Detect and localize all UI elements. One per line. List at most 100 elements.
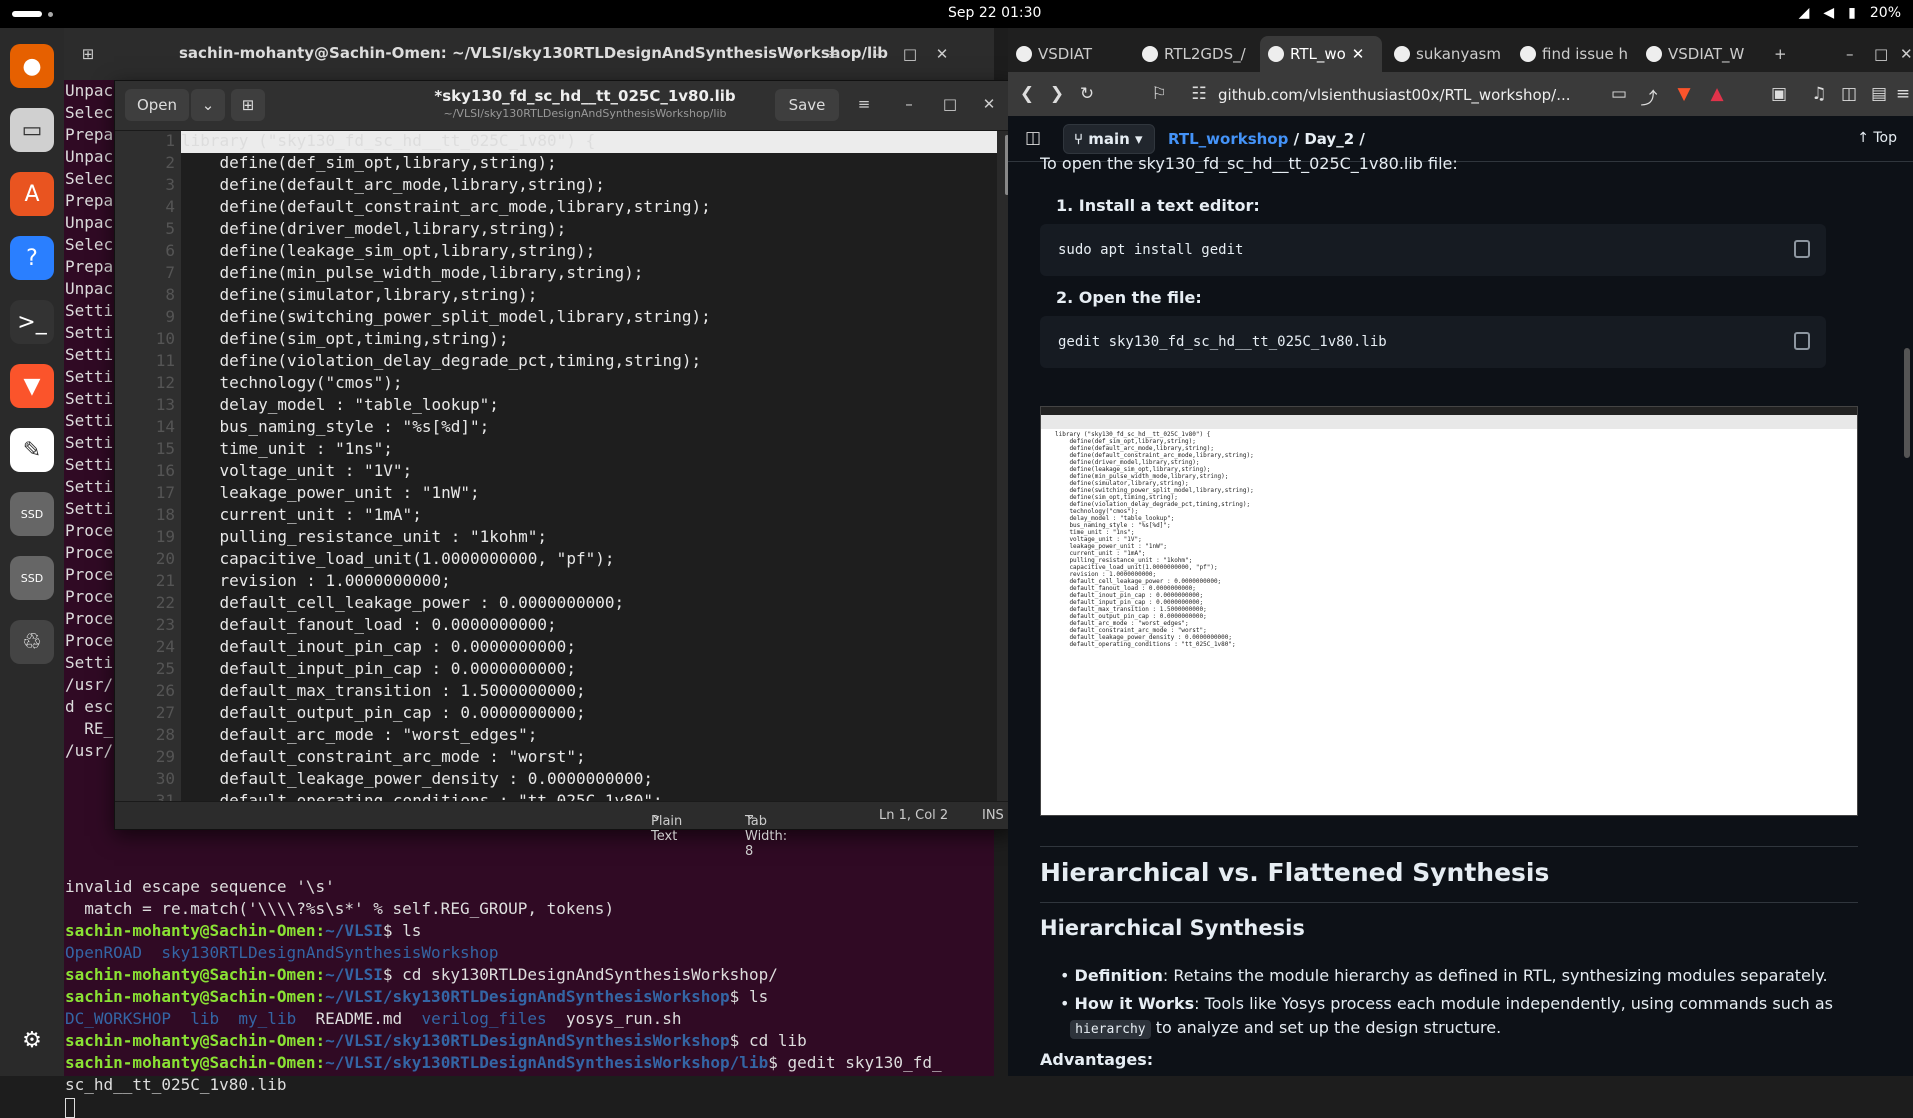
close-icon[interactable]: ✕ xyxy=(1892,36,1913,72)
activities-indicator[interactable] xyxy=(12,11,42,17)
prompt-path: ~/VLSI/sky130RTLDesignAndSynthesisWorksh… xyxy=(325,987,730,1006)
breadcrumb-dir[interactable]: Day_2 xyxy=(1304,130,1354,148)
browser-tab[interactable]: VSDIAT xyxy=(1008,36,1130,72)
side-panel-icon[interactable]: ◫ xyxy=(1022,128,1044,150)
bookmark-icon[interactable]: ⚐ xyxy=(1148,84,1170,106)
command: $ gedit sky130_fd_ xyxy=(768,1053,942,1072)
ssd-1-icon[interactable]: SSD xyxy=(10,492,54,536)
firefox-icon[interactable]: ● xyxy=(10,44,54,88)
forward-icon[interactable]: ❯ xyxy=(1046,84,1068,106)
close-icon[interactable]: ✕ xyxy=(930,42,954,66)
close-tab-icon[interactable]: ✕ xyxy=(1352,45,1365,63)
top-label: Top xyxy=(1873,130,1897,146)
app-center-icon[interactable]: A xyxy=(10,172,54,216)
browser-tab[interactable]: RTL2GDS_/ xyxy=(1134,36,1256,72)
browser-tab[interactable]: sukanyasm xyxy=(1386,36,1508,72)
copy-icon[interactable] xyxy=(1794,332,1810,350)
prompt-user: sachin-mohanty@Sachin-Omen: xyxy=(65,965,326,984)
navigation-bar: ❮ ❯ ↻ ⚐ ☷ github.com/vlsienthusiast00x/R… xyxy=(1008,72,1913,116)
code-line: define(simulator,library,string); xyxy=(181,285,538,304)
tab-favicon-icon xyxy=(1142,46,1158,62)
line-number: 27 xyxy=(155,703,175,722)
line-number: 7 xyxy=(165,263,175,282)
browser-tab[interactable]: VSDIAT_W xyxy=(1638,36,1760,72)
wallet-icon[interactable]: ▤ xyxy=(1868,84,1890,106)
gedit-window[interactable]: Open ⌄ ⊞ *sky130_fd_sc_hd__tt_025C_1v80.… xyxy=(114,80,1014,859)
command: sc_hd__tt_025C_1v80.lib xyxy=(65,1075,287,1094)
minimize-icon[interactable]: – xyxy=(897,95,921,117)
brave-icon[interactable]: ▼ xyxy=(10,364,54,408)
step-number: 2. xyxy=(1056,288,1074,307)
code-line: capacitive_load_unit(1.0000000000, "pf")… xyxy=(181,549,615,568)
maximize-icon[interactable]: □ xyxy=(938,95,962,117)
new-tab-button[interactable]: ⊞ xyxy=(231,89,265,121)
copy-icon[interactable] xyxy=(1794,240,1810,258)
show-apps-icon[interactable]: ⚙ xyxy=(10,1018,54,1062)
battery-icon: ▮ xyxy=(1848,5,1856,21)
open-dropdown-button[interactable]: ⌄ xyxy=(191,89,225,121)
clock[interactable]: Sep 22 01:30 xyxy=(948,5,1041,21)
back-icon[interactable]: ❮ xyxy=(1016,84,1038,106)
rewards-icon[interactable]: ▲ xyxy=(1706,84,1728,106)
top-button[interactable]: ↑ Top xyxy=(1857,130,1897,146)
ssd-2-icon[interactable]: SSD xyxy=(10,556,54,600)
breadcrumb-repo[interactable]: RTL_workshop xyxy=(1168,130,1288,148)
line-number: 23 xyxy=(155,615,175,634)
files-icon[interactable]: ▭ xyxy=(10,108,54,152)
new-tab-icon[interactable]: ⊞ xyxy=(76,42,100,66)
terminal-title: sachin-mohanty@Sachin-Omen: ~/VLSI/sky13… xyxy=(179,44,889,62)
code-editor[interactable]: library ("sky130_fd_sc_hd__tt_025C_1v80"… xyxy=(181,131,997,801)
step-number: 1. xyxy=(1056,196,1074,215)
search-icon[interactable]: ⌕ xyxy=(787,42,811,66)
minimize-icon[interactable]: – xyxy=(1838,36,1862,72)
site-info-icon[interactable]: ☷ xyxy=(1188,84,1210,106)
branch-selector[interactable]: ⑂ main ▾ xyxy=(1063,124,1155,154)
open-button[interactable]: Open xyxy=(125,89,189,121)
share-icon[interactable]: ⤴ xyxy=(1638,84,1660,109)
cast-icon[interactable]: ▭ xyxy=(1608,84,1630,106)
browser-tab[interactable]: RTL_wo ✕ xyxy=(1260,36,1382,72)
terminal-icon[interactable]: >_ xyxy=(10,300,54,344)
sidebar-icon[interactable]: ◫ xyxy=(1838,84,1860,106)
system-top-bar: Sep 22 01:30 ◢ ◀ ▮ 20% xyxy=(0,0,1913,28)
code-text[interactable]: gedit sky130_fd_sc_hd__tt_025C_1v80.lib xyxy=(1058,334,1387,350)
page-scrollbar[interactable] xyxy=(1904,348,1910,458)
menu-icon[interactable]: ≡ xyxy=(852,95,876,117)
code-line: default_leakage_power_density : 0.000000… xyxy=(181,769,654,788)
code-line: current_unit : "1mA"; xyxy=(181,505,422,524)
menu-icon[interactable]: ≡ xyxy=(1892,84,1913,106)
menu-icon[interactable]: ≡ xyxy=(822,42,846,66)
system-tray[interactable]: ◢ ◀ ▮ 20% xyxy=(1799,5,1901,21)
dir-entry: lib xyxy=(190,1009,220,1028)
tab-bar: VSDIAT RTL2GDS_/ RTL_wo ✕ sukanyasm find issu… xyxy=(1008,28,1913,72)
line-number: 17 xyxy=(155,483,175,502)
close-icon[interactable]: ✕ xyxy=(977,95,1001,117)
save-button[interactable]: Save xyxy=(775,89,839,121)
code-line: default_cell_leakage_power : 0.000000000… xyxy=(181,593,625,612)
code-text[interactable]: sudo apt install gedit xyxy=(1058,242,1243,258)
media-icon[interactable]: ♫ xyxy=(1808,84,1830,106)
trash-icon[interactable]: ♲ xyxy=(10,620,54,664)
tab-width-selector[interactable]: Tab Width: 8 ⌄ xyxy=(745,808,787,859)
help-icon[interactable]: ? xyxy=(10,236,54,280)
new-tab-icon[interactable]: + xyxy=(1766,36,1795,72)
text-editor-icon[interactable]: ✎ xyxy=(10,428,54,472)
maximize-icon[interactable]: □ xyxy=(898,42,922,66)
line-number: 4 xyxy=(165,197,175,216)
prompt-user: sachin-mohanty@Sachin-Omen: xyxy=(65,1031,326,1050)
browser-window[interactable]: VSDIAT RTL2GDS_/ RTL_wo ✕ sukanyasm find issu… xyxy=(1008,28,1913,1076)
tab-favicon-icon xyxy=(1394,46,1410,62)
browser-tab[interactable]: find issue h xyxy=(1512,36,1634,72)
list-item: • How it Works: Tools like Yosys process… xyxy=(1060,994,1833,1039)
dir-entry: my_lib xyxy=(238,1009,297,1028)
minimize-icon[interactable]: – xyxy=(864,42,888,66)
language-selector[interactable]: Plain Text ⌄ xyxy=(651,808,682,844)
code-line: library ("sky130_fd_sc_hd__tt_025C_1v80"… xyxy=(181,131,596,150)
reload-icon[interactable]: ↻ xyxy=(1076,84,1098,106)
address-bar[interactable]: github.com/vlsienthusiast00x/RTL_worksho… xyxy=(1218,81,1588,109)
cursor-position: Ln 1, Col 2 xyxy=(879,808,949,823)
file-entry: README.md xyxy=(315,1009,403,1028)
screenshot-icon[interactable]: ▣ xyxy=(1768,84,1790,106)
terminal-scrollback: Unpac Selec Prepa Unpac Selec Prepa Unpa… xyxy=(65,81,114,760)
brave-shields-icon[interactable]: ▼ xyxy=(1673,84,1695,106)
